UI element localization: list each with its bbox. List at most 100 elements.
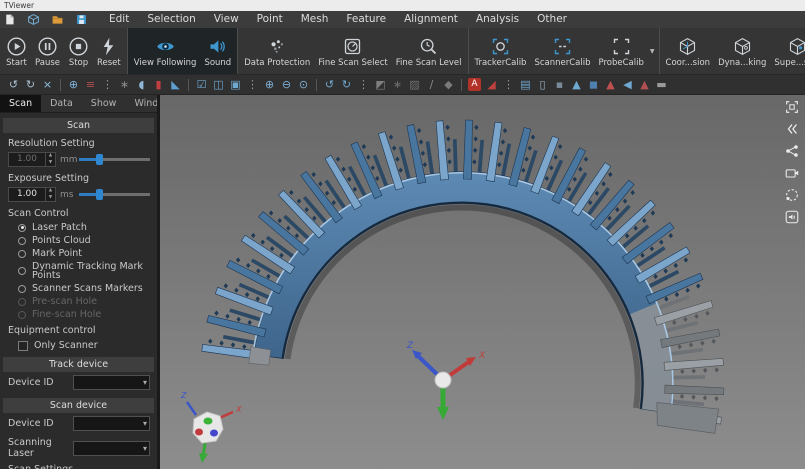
menu-item-feature[interactable]: Feature [337, 11, 395, 28]
resolution-spin-arrows[interactable]: ▲▼ [45, 153, 55, 166]
mesh-red-icon[interactable]: ▲ [602, 76, 619, 94]
more-select-icon[interactable]: ⋮ [244, 76, 261, 94]
more-mark-icon[interactable]: ⋮ [500, 76, 517, 94]
reset-button[interactable]: Reset [93, 28, 125, 74]
block-icon[interactable]: ▪ [551, 76, 568, 94]
tab-data[interactable]: Data [41, 95, 82, 112]
orbit-icon[interactable] [784, 187, 800, 203]
coordinate-globe-icon[interactable]: ⊕ [65, 76, 82, 94]
scannercalib-button[interactable]: ScannerCalib [530, 28, 594, 74]
menu-item-mesh[interactable]: Mesh [292, 11, 338, 28]
collapse-panel-icon[interactable] [784, 121, 800, 137]
flat-panel-icon[interactable]: ▬ [653, 76, 670, 94]
dyna-king-button[interactable]: Dyna...king [714, 28, 770, 74]
radio-button[interactable] [18, 267, 26, 275]
mesh-blue-icon[interactable]: ▲ [568, 76, 585, 94]
exposure-slider[interactable] [79, 188, 150, 201]
menu-item-alignment[interactable]: Alignment [395, 11, 467, 28]
data-protection-button[interactable]: Data Protection [240, 28, 314, 74]
select-all-icon[interactable]: ☑ [193, 76, 210, 94]
mesh-deviation-icon[interactable]: ▲ [636, 76, 653, 94]
radio-mark-point[interactable]: Mark Point [0, 247, 157, 260]
svg-text:X: X [478, 351, 486, 361]
select-layer-icon[interactable]: ◫ [210, 76, 227, 94]
scan-device-id-select[interactable] [73, 416, 150, 431]
fit-view-icon[interactable] [784, 99, 800, 115]
mesh-doc-icon[interactable]: ▤ [517, 76, 534, 94]
radio-button[interactable] [18, 237, 26, 245]
select-box-icon[interactable]: ▣ [227, 76, 244, 94]
menu-item-view[interactable]: View [205, 11, 248, 28]
tab-show[interactable]: Show [82, 95, 126, 112]
menu-item-selection[interactable]: Selection [138, 11, 204, 28]
undo-icon[interactable]: ↺ [5, 76, 22, 94]
mark-pen-icon[interactable]: ◢ [483, 76, 500, 94]
rotate-ccw-icon[interactable]: ↺ [321, 76, 338, 94]
record-icon[interactable]: ▮ [150, 76, 167, 94]
trackercalib-button[interactable]: TrackerCalib [471, 28, 531, 74]
zoom-fit-icon[interactable]: ⊙ [295, 76, 312, 94]
fine-scan-select-button[interactable]: Fine Scan Select [314, 28, 392, 74]
start-button[interactable]: Start [2, 28, 31, 74]
coor-sion-button[interactable]: Coor...sion [662, 28, 715, 74]
mesh-compare-icon[interactable]: ◀ [619, 76, 636, 94]
sound-button[interactable]: Sound [200, 28, 235, 74]
view-following-button[interactable]: View Following [130, 28, 201, 74]
menu-item-other[interactable]: Other [528, 11, 576, 28]
probecalib-dropdown-arrow[interactable]: ▼ [648, 48, 657, 55]
page-icon[interactable] [3, 13, 16, 26]
exposure-spin-arrows[interactable]: ▲▼ [45, 188, 55, 201]
annotate-icon[interactable]: A [468, 78, 481, 91]
resolution-slider[interactable] [79, 153, 150, 166]
smooth-tool-icon[interactable]: ◆ [440, 76, 457, 94]
scanning-laser-select[interactable] [73, 441, 150, 456]
more-rotate-icon[interactable]: ⋮ [355, 76, 372, 94]
comment-icon[interactable]: ◖ [133, 76, 150, 94]
mesh-solid-icon[interactable]: ◼ [585, 76, 602, 94]
menu-item-analysis[interactable]: Analysis [467, 11, 528, 28]
more-options-icon[interactable]: ⋮ [99, 76, 116, 94]
patch-tool-icon[interactable]: ▨ [406, 76, 423, 94]
resolution-spinbox[interactable]: 1.00 ▲▼ [8, 152, 56, 167]
save-icon[interactable] [75, 13, 88, 26]
share-icon[interactable] [784, 143, 800, 159]
menu-item-edit[interactable]: Edit [100, 11, 138, 28]
redo-icon[interactable]: ↻ [22, 76, 39, 94]
brush-icon[interactable]: ◣ [167, 76, 184, 94]
probecalib-button[interactable]: ProbeCalib [595, 28, 648, 74]
sound-indicator-icon[interactable] [784, 209, 800, 225]
cube-icon[interactable] [27, 13, 40, 26]
viewport-3d[interactable]: ZXZX [160, 95, 805, 469]
only-scanner-checkbox[interactable] [18, 341, 28, 351]
stop-button[interactable]: Stop [64, 28, 93, 74]
radio-dynamic-tracking-mark-points[interactable]: Dynamic Tracking Mark Points [0, 260, 157, 282]
zoom-out-icon[interactable]: ⊖ [278, 76, 295, 94]
camera-icon[interactable] [784, 165, 800, 181]
spray-tool-icon[interactable]: ∗ [389, 76, 406, 94]
fill-tool-icon[interactable]: ◩ [372, 76, 389, 94]
radio-laser-patch[interactable]: Laser Patch [0, 221, 157, 234]
zoom-in-icon[interactable]: ⊕ [261, 76, 278, 94]
radio-button[interactable] [18, 285, 26, 293]
pen-tool-icon[interactable]: ∕ [423, 76, 440, 94]
radio-button[interactable] [18, 224, 26, 232]
snap-icon[interactable]: ∗ [116, 76, 133, 94]
pause-button[interactable]: Pause [31, 28, 64, 74]
measure-lines-icon[interactable]: ≡ [82, 76, 99, 94]
radio-label: Pre-scan Hole [32, 297, 97, 306]
report-icon[interactable]: ▯ [534, 76, 551, 94]
radio-button[interactable] [18, 250, 26, 258]
track-device-id-select[interactable] [73, 375, 150, 390]
delete-icon[interactable]: × [39, 76, 56, 94]
menu-item-point[interactable]: Point [248, 11, 292, 28]
open-folder-icon[interactable] [51, 13, 64, 26]
tab-scan[interactable]: Scan [0, 95, 41, 112]
rotate-cw-icon[interactable]: ↻ [338, 76, 355, 94]
only-scanner-checkbox-row[interactable]: Only Scanner [0, 338, 157, 352]
window-titlebar[interactable]: TViewer [0, 0, 805, 11]
fine-scan-level-button[interactable]: Fine Scan Level [392, 28, 466, 74]
radio-points-cloud[interactable]: Points Cloud [0, 234, 157, 247]
exposure-spinbox[interactable]: 1.00 ▲▼ [8, 187, 56, 202]
radio-scanner-scans-markers[interactable]: Scanner Scans Markers [0, 282, 157, 295]
supe-sion-button[interactable]: Supe...sion [770, 28, 805, 74]
